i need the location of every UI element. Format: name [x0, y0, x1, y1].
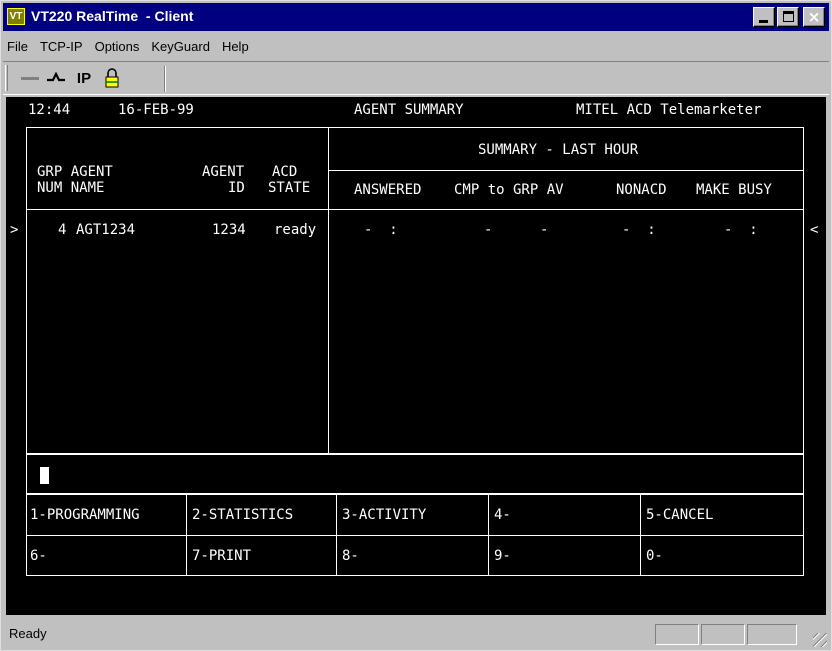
header-cmp-to-grp: CMP to GRP AV — [454, 182, 564, 198]
text-cursor — [40, 467, 49, 484]
disconnect-icon — [21, 76, 39, 80]
command-line-box — [26, 454, 804, 494]
header-state: STATE — [268, 180, 311, 196]
function-key-divider — [488, 494, 489, 576]
row-acd-state: ready — [274, 222, 317, 238]
function-key-divider — [186, 494, 187, 576]
header-num-name: NUM NAME — [37, 180, 105, 196]
status-bar: Ready — [3, 619, 829, 649]
lock-button[interactable] — [99, 66, 125, 90]
summary-header-rule — [328, 170, 804, 171]
app-window: VT VT220 RealTime - Client × File TCP-IP… — [0, 0, 832, 651]
function-key-divider — [640, 494, 641, 576]
fkey-9[interactable]: 9- — [494, 547, 511, 565]
terminal-screen[interactable]: 12:44 16-FEB-99 AGENT SUMMARY MITEL ACD … — [6, 97, 826, 615]
header-make-busy: MAKE BUSY — [696, 182, 772, 198]
fkey-3-activity[interactable]: 3-ACTIVITY — [342, 506, 426, 524]
lock-icon — [105, 68, 119, 88]
row-grp-num: 4 — [58, 222, 67, 238]
window-controls: × — [751, 7, 825, 27]
row-marker-right: < — [810, 222, 819, 238]
fkey-7-print[interactable]: 7-PRINT — [192, 547, 251, 565]
system-name: MITEL ACD Telemarketer — [576, 102, 762, 118]
function-key-divider — [336, 494, 337, 576]
connect-icon — [47, 71, 65, 82]
fkey-4[interactable]: 4- — [494, 506, 511, 524]
status-panel — [747, 624, 797, 645]
toolbar-separator — [164, 66, 166, 92]
app-icon[interactable]: VT — [7, 8, 25, 25]
row-agent-id: 1234 — [212, 222, 246, 238]
summary-table — [26, 127, 804, 454]
menu-help[interactable]: Help — [216, 39, 255, 54]
minimize-icon — [759, 20, 768, 23]
menu-file[interactable]: File — [3, 39, 34, 54]
ip-button[interactable]: IP — [71, 66, 97, 90]
disconnect-button[interactable] — [19, 66, 41, 90]
fkey-1-programming[interactable]: 1-PROGRAMMING — [30, 506, 140, 524]
row-marker-left: > — [10, 222, 19, 238]
screen-date: 16-FEB-99 — [118, 102, 194, 118]
status-panel — [655, 624, 699, 645]
header-id: ID — [228, 180, 245, 196]
connect-button[interactable] — [43, 66, 69, 90]
status-text: Ready — [9, 626, 47, 641]
menu-bar: File TCP-IP Options KeyGuard Help — [3, 33, 829, 59]
function-key-row-rule — [26, 535, 804, 536]
header-answered: ANSWERED — [354, 182, 422, 198]
row-agent-name: AGT1234 — [76, 222, 136, 238]
fkey-6[interactable]: 6- — [30, 547, 47, 565]
resize-grip-icon[interactable] — [813, 633, 827, 647]
row-avg: - — [540, 222, 549, 238]
fkey-0[interactable]: 0- — [646, 547, 663, 565]
maximize-icon — [783, 11, 794, 22]
minimize-button[interactable] — [753, 7, 775, 27]
menu-options[interactable]: Options — [89, 39, 146, 54]
menu-tcp-ip[interactable]: TCP-IP — [34, 39, 89, 54]
row-answered: - : — [364, 222, 398, 238]
toolbar: IP — [3, 61, 829, 95]
column-header-rule — [26, 209, 804, 210]
fkey-5-cancel[interactable]: 5-CANCEL — [646, 506, 713, 524]
toolbar-grip[interactable] — [5, 65, 8, 91]
close-icon: × — [807, 8, 821, 26]
clock-time: 12:44 — [28, 102, 71, 118]
fkey-8[interactable]: 8- — [342, 547, 359, 565]
close-button[interactable]: × — [803, 7, 825, 27]
row-make-busy: - : — [724, 222, 758, 238]
menu-keyguard[interactable]: KeyGuard — [145, 39, 216, 54]
table-divider — [328, 127, 329, 454]
row-nonacd: - : — [622, 222, 656, 238]
window-title: VT220 RealTime - Client — [31, 8, 194, 24]
summary-header: SUMMARY - LAST HOUR — [478, 142, 639, 158]
title-bar[interactable]: VT VT220 RealTime - Client × — [3, 3, 829, 31]
screen-title: AGENT SUMMARY — [354, 102, 464, 118]
row-cmp-to-grp: - — [484, 222, 493, 238]
header-nonacd: NONACD — [616, 182, 667, 198]
maximize-button[interactable] — [777, 7, 799, 27]
status-panel — [701, 624, 745, 645]
fkey-2-statistics[interactable]: 2-STATISTICS — [192, 506, 293, 524]
